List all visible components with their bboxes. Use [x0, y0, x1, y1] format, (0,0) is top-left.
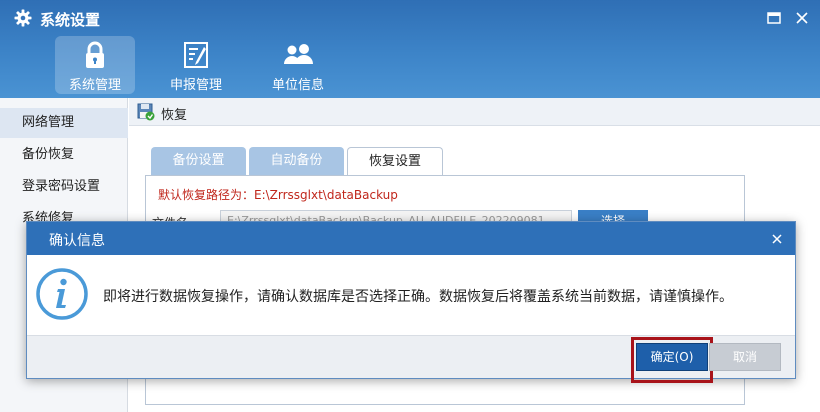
dialog-title: 确认信息 [49, 233, 105, 249]
dialog-message: 即将进行数据恢复操作，请确认数据库是否选择正确。数据恢复后将覆盖系统当前数据，请… [103, 289, 733, 305]
ok-button[interactable]: 确定(O) [636, 343, 708, 371]
maximize-icon[interactable] [766, 10, 782, 26]
tab-restore-settings[interactable]: 恢复设置 [347, 147, 443, 175]
nav-label: 系统管理 [68, 78, 121, 93]
close-icon[interactable] [794, 10, 810, 26]
close-icon[interactable] [769, 231, 785, 247]
nav-system-management[interactable]: 系统管理 [55, 36, 135, 94]
tab-auto-backup[interactable]: 自动备份 [249, 147, 344, 175]
breadcrumb-label: 恢复 [161, 108, 188, 123]
nav-label: 单位信息 [271, 78, 324, 93]
nav-label: 申报管理 [169, 78, 222, 93]
users-icon [282, 40, 314, 70]
dialog-header: 确认信息 [27, 222, 795, 255]
gear-icon [14, 9, 32, 27]
default-restore-path: 默认恢复路径为：E:\Zrrssglxt\dataBackup [158, 188, 398, 202]
tab-backup-settings[interactable]: 备份设置 [151, 147, 246, 175]
window-title: 系统设置 [40, 11, 101, 29]
dialog-body: 即将进行数据恢复操作，请确认数据库是否选择正确。数据恢复后将覆盖系统当前数据，请… [27, 255, 795, 335]
breadcrumb: 恢复 [129, 98, 820, 126]
nav-unit-info[interactable]: 单位信息 [258, 36, 338, 94]
cancel-button[interactable]: 取消 [709, 343, 781, 371]
sidebar-item-login-password[interactable]: 登录密码设置 [0, 172, 128, 202]
confirm-dialog: 确认信息 即将进行数据恢复操作，请确认数据库是否选择正确。数据恢复后将覆盖系统当… [26, 221, 796, 383]
info-icon [35, 267, 89, 321]
title-bar: 系统设置 [0, 0, 820, 36]
nav-report-management[interactable]: 申报管理 [156, 36, 236, 94]
edit-document-icon [180, 40, 212, 70]
sidebar-item-network[interactable]: 网络管理 [0, 108, 128, 138]
sidebar-item-backup-restore[interactable]: 备份恢复 [0, 140, 128, 170]
restore-icon [137, 103, 155, 121]
dialog-footer: 确定(O) 取消 [27, 335, 795, 383]
lock-icon [79, 40, 111, 70]
app-header: 系统设置 系统管理 申报管理 单位信息 [0, 0, 820, 98]
